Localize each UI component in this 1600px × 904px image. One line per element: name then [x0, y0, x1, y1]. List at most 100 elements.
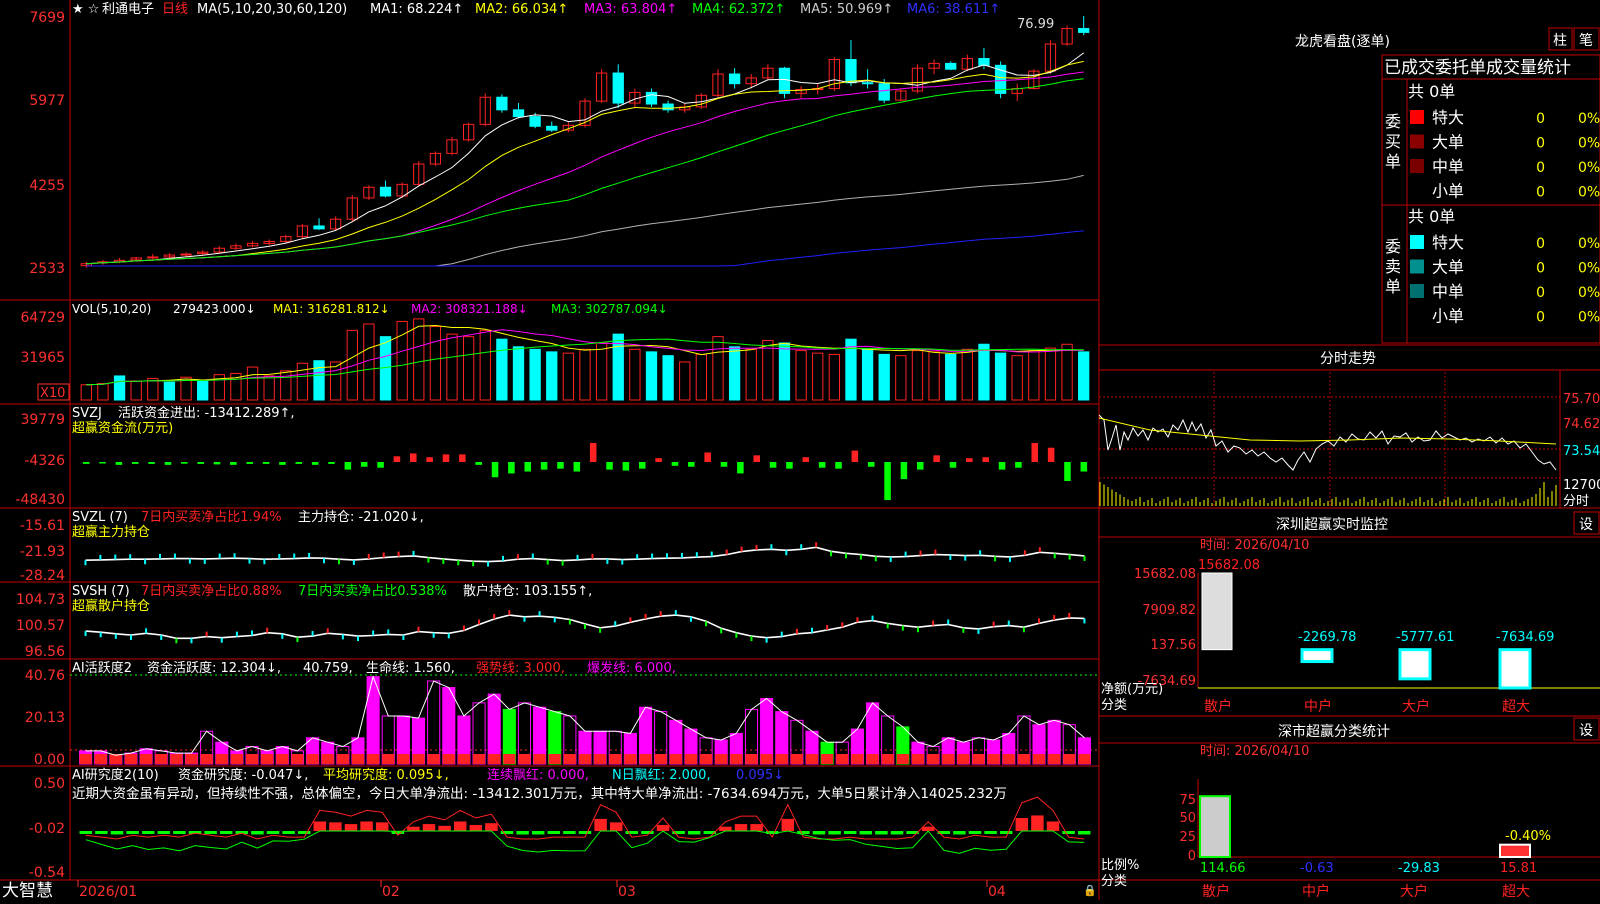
stock-name[interactable]: 利通电子 — [102, 2, 154, 17]
ai-base-bar — [1063, 754, 1076, 764]
svzj-bar — [638, 462, 646, 469]
research-bar — [547, 831, 561, 834]
column-view-label[interactable]: 柱 — [1553, 33, 1567, 49]
volume-bar — [928, 351, 940, 401]
svzj-bar — [982, 457, 989, 463]
ai-base-bar — [1078, 754, 1091, 764]
candle-body — [878, 83, 890, 101]
ai-strong: 强势线: 3.000, — [476, 660, 565, 676]
ai-base-bar — [427, 754, 440, 764]
row-name: 中单 — [1432, 282, 1464, 301]
monitor-category: 中户 — [1304, 698, 1332, 715]
buy-side-label: 委买单 — [1385, 112, 1401, 171]
classify-time: 时间: 2026/04/10 — [1200, 744, 1309, 759]
svzj-bar — [769, 462, 777, 468]
svzj-bar — [671, 462, 679, 466]
svzl-tick: -15.61 — [20, 518, 65, 534]
stock-chart-screen[interactable]: ★ ☆ 利通电子 日线 MA(5,10,20,30,60,120) MA1: 6… — [0, 0, 1600, 901]
monitor-tick: 137.56 — [1151, 638, 1197, 653]
volume-bar — [130, 380, 142, 401]
legend-swatch — [1410, 284, 1424, 298]
intraday-tick: 73.54 — [1563, 444, 1600, 459]
ai-base-bar — [896, 754, 909, 764]
monitor-settings-label[interactable]: 设 — [1579, 517, 1593, 533]
svsh-axis: 104.73 100.57 96.56 — [16, 592, 65, 660]
ai-base-bar — [533, 754, 546, 764]
volume-bar — [113, 375, 126, 401]
monitor-title: 深圳超赢实时监控 — [1276, 516, 1388, 533]
volume-bar — [662, 355, 674, 401]
row-pct: 0% — [1578, 285, 1600, 301]
row-count: 0 — [1536, 111, 1545, 127]
svzl-header: SVZL (7) 7日内买卖净占比1.94% 主力持仓: -21.020↓, 超… — [72, 509, 424, 540]
volume-bar — [629, 348, 641, 401]
ai-activity-bar — [487, 693, 501, 765]
candle-body — [313, 225, 325, 230]
intraday-avg-line — [1098, 417, 1557, 445]
high-price-label: 76.99 — [1017, 17, 1054, 32]
legend-swatch — [1410, 235, 1424, 249]
row-name: 大单 — [1432, 258, 1464, 277]
svzj-bar — [1047, 447, 1055, 463]
classify-settings-label[interactable]: 设 — [1579, 723, 1593, 739]
volume-bar — [163, 381, 176, 401]
ai-base-bar — [684, 754, 697, 764]
volume-bar — [529, 348, 541, 401]
svsh-name: SVSH (7) — [72, 584, 130, 599]
svzj-sub: 超赢资金流(万元) — [72, 420, 173, 436]
classify-bar — [1199, 795, 1231, 858]
lock-icon[interactable]: 🔒 — [1083, 884, 1097, 897]
research-bar — [1046, 821, 1060, 831]
svzj-bar — [328, 462, 335, 464]
svzj-bar — [720, 462, 728, 467]
research-bar — [625, 831, 639, 834]
ai-base-bar — [594, 754, 607, 764]
volume-bar — [246, 366, 259, 401]
volume-bar — [1078, 351, 1090, 401]
brand-logo[interactable]: 大智慧 — [2, 881, 53, 901]
ai-base-bar — [790, 754, 803, 764]
volume-bar — [762, 339, 774, 401]
research-tick: -0.54 — [29, 865, 65, 881]
candle-body — [180, 253, 192, 256]
period-label[interactable]: 日线 — [162, 2, 188, 17]
row-name: 小单 — [1432, 307, 1464, 326]
ai-base-bar — [170, 754, 183, 764]
candle-body — [778, 67, 791, 94]
ai-base-bar — [200, 754, 213, 764]
monitor-panel: 深圳超赢实时监控 设 时间: 2026/04/10 15682.08 7909.… — [1099, 511, 1600, 717]
vol-unit: X10 — [40, 386, 65, 401]
research-bar — [95, 831, 108, 834]
ai-base-bar — [1017, 754, 1030, 764]
tick-view-label[interactable]: 笔 — [1579, 33, 1593, 49]
research-bar — [329, 822, 342, 831]
candle-body — [496, 96, 508, 111]
research-name: AI研究度2(10) — [72, 767, 159, 783]
ma5-value: MA5: 50.969↑ — [800, 2, 893, 17]
side-label-char: 委 — [1385, 237, 1401, 256]
price-axis: 7699 5977 4255 2533 — [29, 10, 65, 277]
research-bar — [531, 831, 545, 835]
volume-bar — [496, 338, 508, 401]
classify-panel: 深市超赢分类统计 设 时间: 2026/04/10 75 50 25 0 比例%… — [1099, 717, 1600, 900]
ai-base-bar — [821, 754, 834, 764]
research-bar — [375, 822, 389, 831]
candle-body — [379, 186, 392, 197]
row-pct: 0% — [1578, 185, 1600, 201]
research-bar — [469, 824, 483, 831]
vol-params: VOL(5,10,20) — [72, 302, 151, 316]
row-pct: 0% — [1578, 310, 1600, 326]
row-pct: 0% — [1578, 160, 1600, 176]
svzj-bar — [1031, 442, 1039, 463]
ai-base-bar — [473, 754, 486, 764]
research-bar — [173, 831, 186, 834]
svzj-bar — [442, 454, 450, 463]
research-bar — [812, 831, 826, 835]
research-bar — [890, 831, 904, 835]
ai-base-bar — [518, 754, 531, 764]
ai-base-bar — [730, 754, 743, 764]
monitor-category: 大户 — [1402, 698, 1430, 715]
ma4-value: MA4: 62.372↑ — [692, 2, 785, 17]
ai-base-bar — [230, 754, 243, 764]
intraday-volume-bars — [1099, 482, 1557, 506]
